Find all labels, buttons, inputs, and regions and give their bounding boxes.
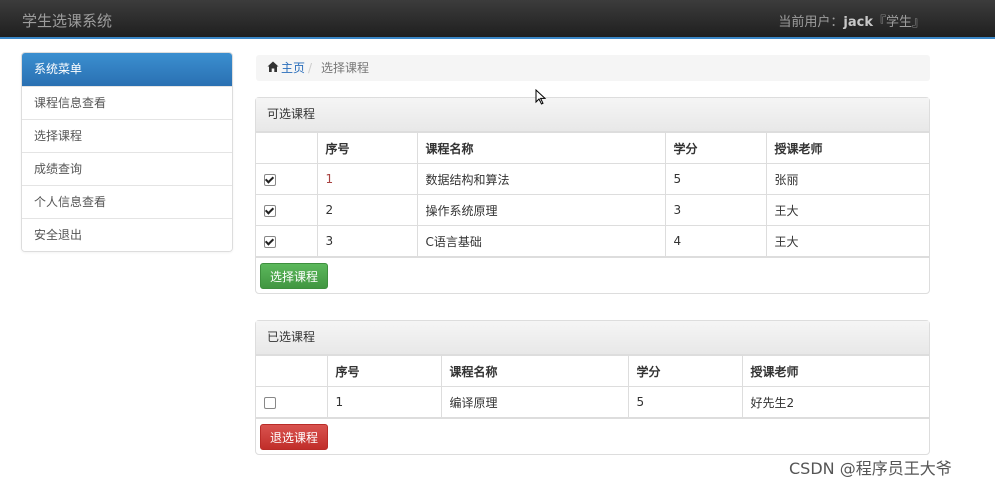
selected-courses-panel: 已选课程 序号 课程名称 学分 授课老师 1 编译原理 5 好先生2 退选课程 [255,320,930,455]
row-checkbox-cell [256,194,318,226]
home-icon [267,61,279,72]
breadcrumb: 主页 / 选择课程 [256,55,930,81]
app-brand[interactable]: 学生选课系统 [22,10,112,31]
selected-courses-table: 序号 课程名称 学分 授课老师 1 编译原理 5 好先生2 [256,355,929,418]
column-header-credit: 学分 [627,355,743,387]
course-credit: 4 [664,225,767,257]
row-checkbox[interactable] [264,396,276,409]
table-header-row: 序号 课程名称 学分 授课老师 [256,132,929,164]
current-user-label: 当前用户： [778,15,844,30]
table-row: 2 操作系统原理 3 王大 [256,194,929,226]
course-credit: 5 [664,163,767,195]
sidebar-header: 系统菜单 [22,53,232,86]
row-checkbox-cell [256,386,328,418]
column-header-course-name: 课程名称 [440,355,629,387]
column-header-teacher: 授课老师 [765,132,929,164]
breadcrumb-home-link[interactable]: 主页 [281,55,305,81]
sidebar-item-grades[interactable]: 成绩查询 [22,152,232,185]
select-course-button[interactable]: 选择课程 [260,263,329,289]
sidebar-menu: 系统菜单 课程信息查看 选择课程 成绩查询 个人信息查看 安全退出 [21,52,233,252]
current-user: 当前用户：jack『学生』 [778,11,925,30]
available-courses-panel: 可选课程 序号 课程名称 学分 授课老师 1 数据结构和算法 5 张丽 2 操作… [255,97,930,294]
column-header-number: 序号 [326,355,442,387]
table-header-row: 序号 课程名称 学分 授课老师 [256,355,929,387]
table-row: 1 编译原理 5 好先生2 [256,386,929,418]
course-teacher: 王大 [765,225,929,257]
course-teacher: 好先生2 [741,386,929,418]
row-checkbox[interactable] [264,173,276,186]
course-number: 2 [316,194,418,226]
course-name: 操作系统原理 [416,194,666,226]
column-header-select [256,355,328,387]
course-credit: 5 [627,386,743,418]
sidebar-item-course-info[interactable]: 课程信息查看 [22,86,232,119]
column-header-teacher: 授课老师 [741,355,929,387]
table-row: 1 数据结构和算法 5 张丽 [256,163,929,195]
row-checkbox-cell [256,163,318,195]
sidebar-item-logout[interactable]: 安全退出 [22,218,232,251]
current-user-name: jack [843,15,873,30]
column-header-number: 序号 [316,132,418,164]
drop-course-button[interactable]: 退选课程 [260,424,329,450]
available-courses-table: 序号 课程名称 学分 授课老师 1 数据结构和算法 5 张丽 2 操作系统原理 … [256,132,929,257]
breadcrumb-current: 选择课程 [321,61,370,75]
row-checkbox[interactable] [264,235,276,248]
column-header-course-name: 课程名称 [416,132,666,164]
course-teacher: 王大 [765,194,929,226]
available-courses-title: 可选课程 [256,98,929,132]
row-checkbox[interactable] [264,204,276,217]
table-row: 3 C语言基础 4 王大 [256,225,929,257]
course-teacher: 张丽 [765,163,929,195]
column-header-select [256,132,318,164]
course-number: 3 [316,225,418,257]
selected-courses-title: 已选课程 [256,321,929,355]
course-number: 1 [316,163,418,195]
course-credit: 3 [664,194,767,226]
breadcrumb-separator: / [308,61,313,75]
watermark: CSDN @程序员王大爷 [789,459,952,478]
sidebar-item-personal-info[interactable]: 个人信息查看 [22,185,232,218]
column-header-credit: 学分 [664,132,767,164]
row-checkbox-cell [256,225,318,257]
top-navbar: 学生选课系统 当前用户：jack『学生』 [0,0,995,39]
available-actions: 选择课程 [256,257,929,293]
course-number: 1 [326,386,442,418]
mouse-cursor-icon [535,89,547,105]
current-user-role: 『学生』 [872,15,925,30]
sidebar-item-select-course[interactable]: 选择课程 [22,119,232,152]
course-name: 编译原理 [440,386,629,418]
selected-actions: 退选课程 [256,418,929,454]
course-name: 数据结构和算法 [416,163,666,195]
course-name: C语言基础 [416,225,666,257]
